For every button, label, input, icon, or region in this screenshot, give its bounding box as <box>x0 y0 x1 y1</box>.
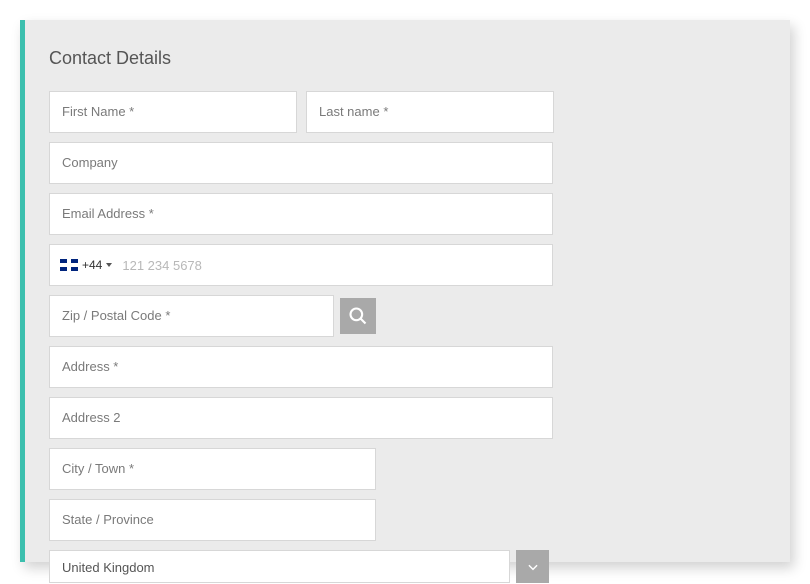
country-selected-value: United Kingdom <box>49 550 510 583</box>
address1-input[interactable] <box>49 346 553 388</box>
panel-heading: Contact Details <box>49 48 766 69</box>
chevron-down-icon[interactable] <box>106 263 112 267</box>
first-name-input[interactable] <box>49 91 297 133</box>
country-dropdown-button[interactable] <box>516 550 549 583</box>
chevron-down-icon <box>526 560 540 574</box>
state-input[interactable] <box>49 499 376 541</box>
search-icon <box>348 306 368 326</box>
phone-input-group: +44 <box>49 244 553 286</box>
zip-input[interactable] <box>49 295 334 337</box>
last-name-input[interactable] <box>306 91 554 133</box>
uk-flag-icon <box>60 259 78 271</box>
company-input[interactable] <box>49 142 553 184</box>
zip-search-button[interactable] <box>340 298 376 334</box>
city-input[interactable] <box>49 448 376 490</box>
email-input[interactable] <box>49 193 553 235</box>
dial-code[interactable]: +44 <box>82 258 102 272</box>
country-select[interactable]: United Kingdom <box>49 550 549 583</box>
contact-details-panel: Contact Details +44 <box>20 20 790 562</box>
address2-input[interactable] <box>49 397 553 439</box>
phone-number-input[interactable] <box>122 245 542 285</box>
